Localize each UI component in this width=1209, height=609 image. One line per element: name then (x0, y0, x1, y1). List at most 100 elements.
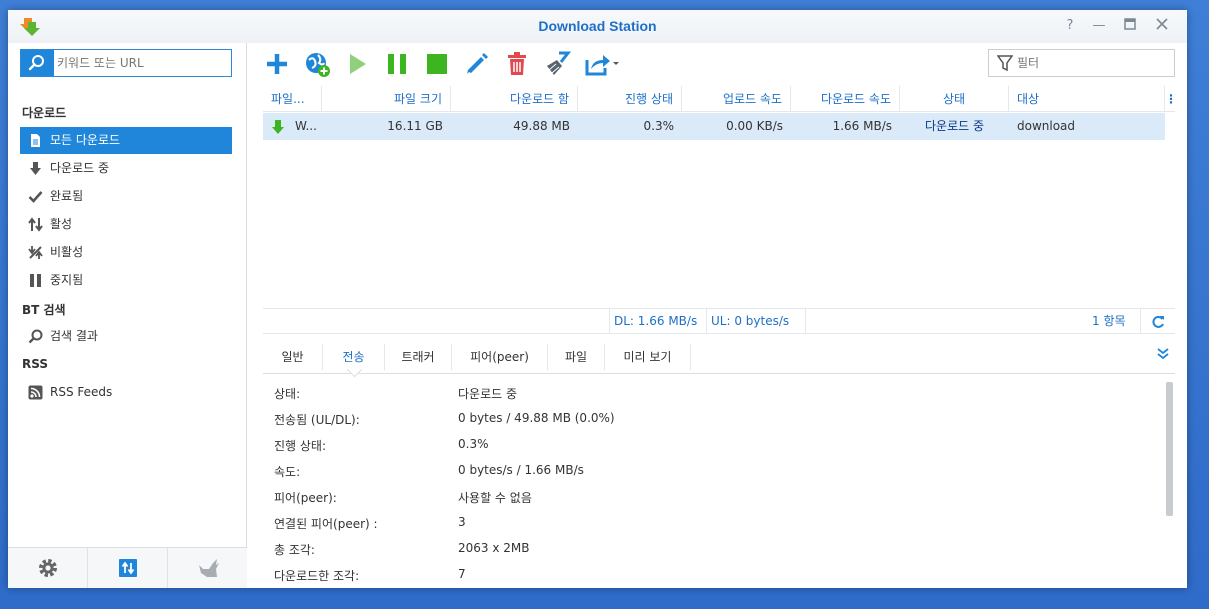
emule-button[interactable] (168, 548, 247, 588)
sidebar-item-label: 다운로드 중 (50, 161, 110, 175)
clean-icon[interactable] (543, 50, 571, 78)
transfer-button[interactable] (88, 548, 168, 588)
detail-label-transferred: 전송됨 (UL/DL): (274, 413, 360, 427)
detail-scrollbar[interactable] (1166, 382, 1173, 516)
download-table-header: 파일... 파일 크기 다운로드 함 진행 상태 업로드 속도 다운로드 속도 … (263, 86, 1177, 112)
collapse-chevrons-icon[interactable] (1156, 347, 1170, 361)
sidebar-item-label: 완료됨 (50, 189, 84, 203)
sidebar-item-stopped[interactable]: 중지됨 (20, 267, 232, 294)
filter-input[interactable] (1017, 54, 1167, 72)
sidebar-item-inactive[interactable]: 비활성 (20, 239, 232, 266)
cell-status: 다운로드 중 (924, 119, 984, 133)
up-down-arrows-icon (28, 217, 43, 232)
cell-download-speed: 1.66 MB/s (832, 119, 892, 133)
sidebar-item-completed[interactable]: 완료됨 (20, 183, 232, 210)
close-icon[interactable] (1154, 18, 1170, 34)
keyword-url-search[interactable] (20, 49, 232, 77)
tab-general[interactable]: 일반 (263, 344, 323, 370)
inactive-percent-icon (28, 246, 43, 259)
upload-speed-total: UL: 0 bytes/s (706, 309, 806, 333)
tab-files[interactable]: 파일 (548, 344, 605, 370)
download-speed-total: DL: 1.66 MB/s (609, 309, 697, 333)
column-downloaded[interactable]: 다운로드 함 (451, 86, 578, 112)
column-file-name[interactable]: 파일... (263, 86, 322, 112)
detail-value-progress: 0.3% (458, 437, 489, 451)
detail-value-total-pieces: 2063 x 2MB (458, 541, 530, 555)
sidebar-item-label: 검색 결과 (50, 329, 98, 343)
sidebar-footer (8, 547, 247, 588)
column-upload-speed[interactable]: 업로드 속도 (682, 86, 791, 112)
pause-icon[interactable] (383, 50, 411, 78)
pause-icon (30, 274, 41, 287)
detail-label-speed: 속도: (274, 465, 301, 479)
sidebar-item-all-downloads[interactable]: 모든 다운로드 (20, 127, 232, 154)
minimize-icon[interactable]: — (1091, 18, 1107, 34)
sidebar-item-label: 활성 (50, 217, 73, 231)
detail-label-peers: 피어(peer): (274, 491, 337, 505)
section-rss: RSS (22, 357, 48, 371)
sidebar-item-downloading[interactable]: 다운로드 중 (20, 155, 232, 182)
maximize-icon[interactable] (1122, 18, 1138, 34)
sidebar-item-rss-feeds[interactable]: RSS Feeds (20, 379, 232, 406)
settings-button[interactable] (8, 548, 88, 588)
sidebar-item-label: 비활성 (50, 245, 84, 259)
column-download-speed[interactable]: 다운로드 속도 (791, 86, 900, 112)
refresh-icon (1152, 315, 1164, 328)
play-icon[interactable] (343, 50, 371, 78)
detail-tabs: 일반 전송 트래커 피어(peer) 파일 미리 보기 (263, 340, 1175, 374)
detail-label-downloaded-pieces: 다운로드한 조각: (274, 569, 360, 583)
download-station-window: Download Station ? — 다운로드 모든 다운로드 (8, 10, 1187, 588)
section-download: 다운로드 (22, 106, 67, 120)
filter-box[interactable] (988, 49, 1175, 77)
detail-value-transferred: 0 bytes / 49.88 MB (0.0%) (458, 411, 615, 425)
donkey-icon (198, 559, 219, 577)
detail-value-downloaded-pieces: 7 (458, 567, 466, 581)
sidebar-item-active[interactable]: 활성 (20, 211, 232, 238)
help-icon[interactable]: ? (1062, 18, 1078, 34)
cell-destination: download (1017, 119, 1076, 133)
tab-preview[interactable]: 미리 보기 (605, 344, 691, 370)
column-progress[interactable]: 진행 상태 (578, 86, 682, 112)
item-count: 1 항목 (1092, 314, 1126, 328)
column-destination[interactable]: 대상 (1009, 86, 1165, 112)
cell-progress: 0.3% (643, 119, 675, 133)
cell-downloaded: 49.88 MB (513, 119, 570, 133)
refresh-button[interactable] (1140, 309, 1175, 333)
share-icon[interactable] (583, 50, 621, 78)
detail-label-status: 상태: (274, 387, 301, 401)
search-icon (28, 329, 43, 344)
cell-file-name: W... (295, 119, 317, 133)
gear-icon (38, 559, 57, 577)
column-file-size[interactable]: 파일 크기 (322, 86, 451, 112)
sidebar-item-label: RSS Feeds (50, 385, 113, 399)
sidebar-item-label: 중지됨 (50, 273, 84, 287)
window-title: Download Station (538, 18, 657, 34)
tab-peer[interactable]: 피어(peer) (452, 344, 548, 370)
cell-file-size: 16.11 GB (387, 119, 443, 133)
detail-value-status: 다운로드 중 (458, 387, 518, 401)
tab-tracker[interactable]: 트래커 (385, 344, 452, 370)
rss-icon (28, 385, 43, 400)
title-bar: Download Station ? — (8, 10, 1187, 43)
cell-upload-speed: 0.00 KB/s (726, 119, 783, 133)
detail-value-speed: 0 bytes/s / 1.66 MB/s (458, 463, 584, 477)
search-button[interactable] (21, 50, 54, 76)
detail-value-peers: 사용할 수 없음 (458, 491, 532, 505)
keyword-url-input[interactable] (57, 53, 227, 73)
table-row[interactable]: W... 16.11 GB 49.88 MB 0.3% 0.00 KB/s 1.… (263, 113, 1165, 140)
sidebar-item-label: 모든 다운로드 (50, 133, 121, 147)
tab-transfer[interactable]: 전송 (323, 344, 385, 370)
status-bar: DL: 1.66 MB/s UL: 0 bytes/s 1 항목 (263, 308, 1175, 334)
section-bt-search: BT 검색 (22, 303, 66, 317)
filter-icon (997, 55, 1013, 71)
edit-icon[interactable] (463, 50, 491, 78)
column-menu-icon[interactable]: ⋮ (1165, 86, 1177, 112)
sidebar-item-search-results[interactable]: 검색 결과 (20, 323, 232, 350)
stop-icon[interactable] (423, 50, 451, 78)
search-icon (28, 55, 44, 71)
arrow-down-icon (30, 162, 41, 175)
add-icon[interactable] (263, 50, 291, 78)
delete-icon[interactable] (503, 50, 531, 78)
column-status[interactable]: 상태 (900, 86, 1009, 112)
add-url-icon[interactable] (303, 50, 331, 78)
